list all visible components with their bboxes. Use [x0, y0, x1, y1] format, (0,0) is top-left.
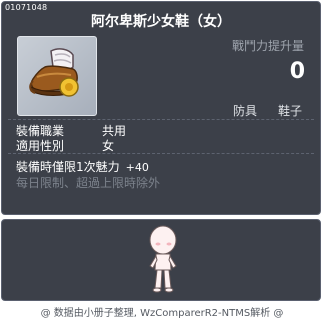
- item-title: 阿尔卑斯少女鞋（女）: [91, 14, 231, 30]
- divider: [8, 119, 314, 121]
- character-preview-panel: [1, 219, 321, 301]
- shoe-icon: [29, 48, 79, 97]
- attr-gender-value: 女: [102, 139, 115, 153]
- effect-line: 裝備時僅限1次魅力 +40: [16, 158, 149, 175]
- item-icon-frame: [17, 36, 97, 116]
- divider: [8, 153, 314, 155]
- limit-note: 每日限制、超過上限時除外: [16, 176, 161, 190]
- power-label: 戰鬥力提升量: [231, 39, 304, 53]
- tag-shoes: 鞋子: [278, 104, 303, 118]
- item-tooltip: 01071048 阿尔卑斯少女鞋（女） 戰鬥力提升量 0 防具 鞋子 裝備職業共…: [1, 1, 321, 215]
- attr-gender-row: 適用性別 女: [16, 137, 114, 154]
- footer-credit: @ 数据由小册子整理, WzComparerR2-NTMS解析 @: [40, 308, 284, 319]
- effect-text: 裝備時僅限1次魅力: [16, 160, 120, 174]
- character-preview: [149, 225, 177, 293]
- attr-job-value: 共用: [102, 124, 127, 138]
- tag-armor: 防具: [233, 104, 258, 118]
- power-value: 0: [289, 59, 305, 84]
- effect-bonus: +40: [125, 161, 149, 174]
- attr-gender-label: 適用性別: [16, 139, 65, 153]
